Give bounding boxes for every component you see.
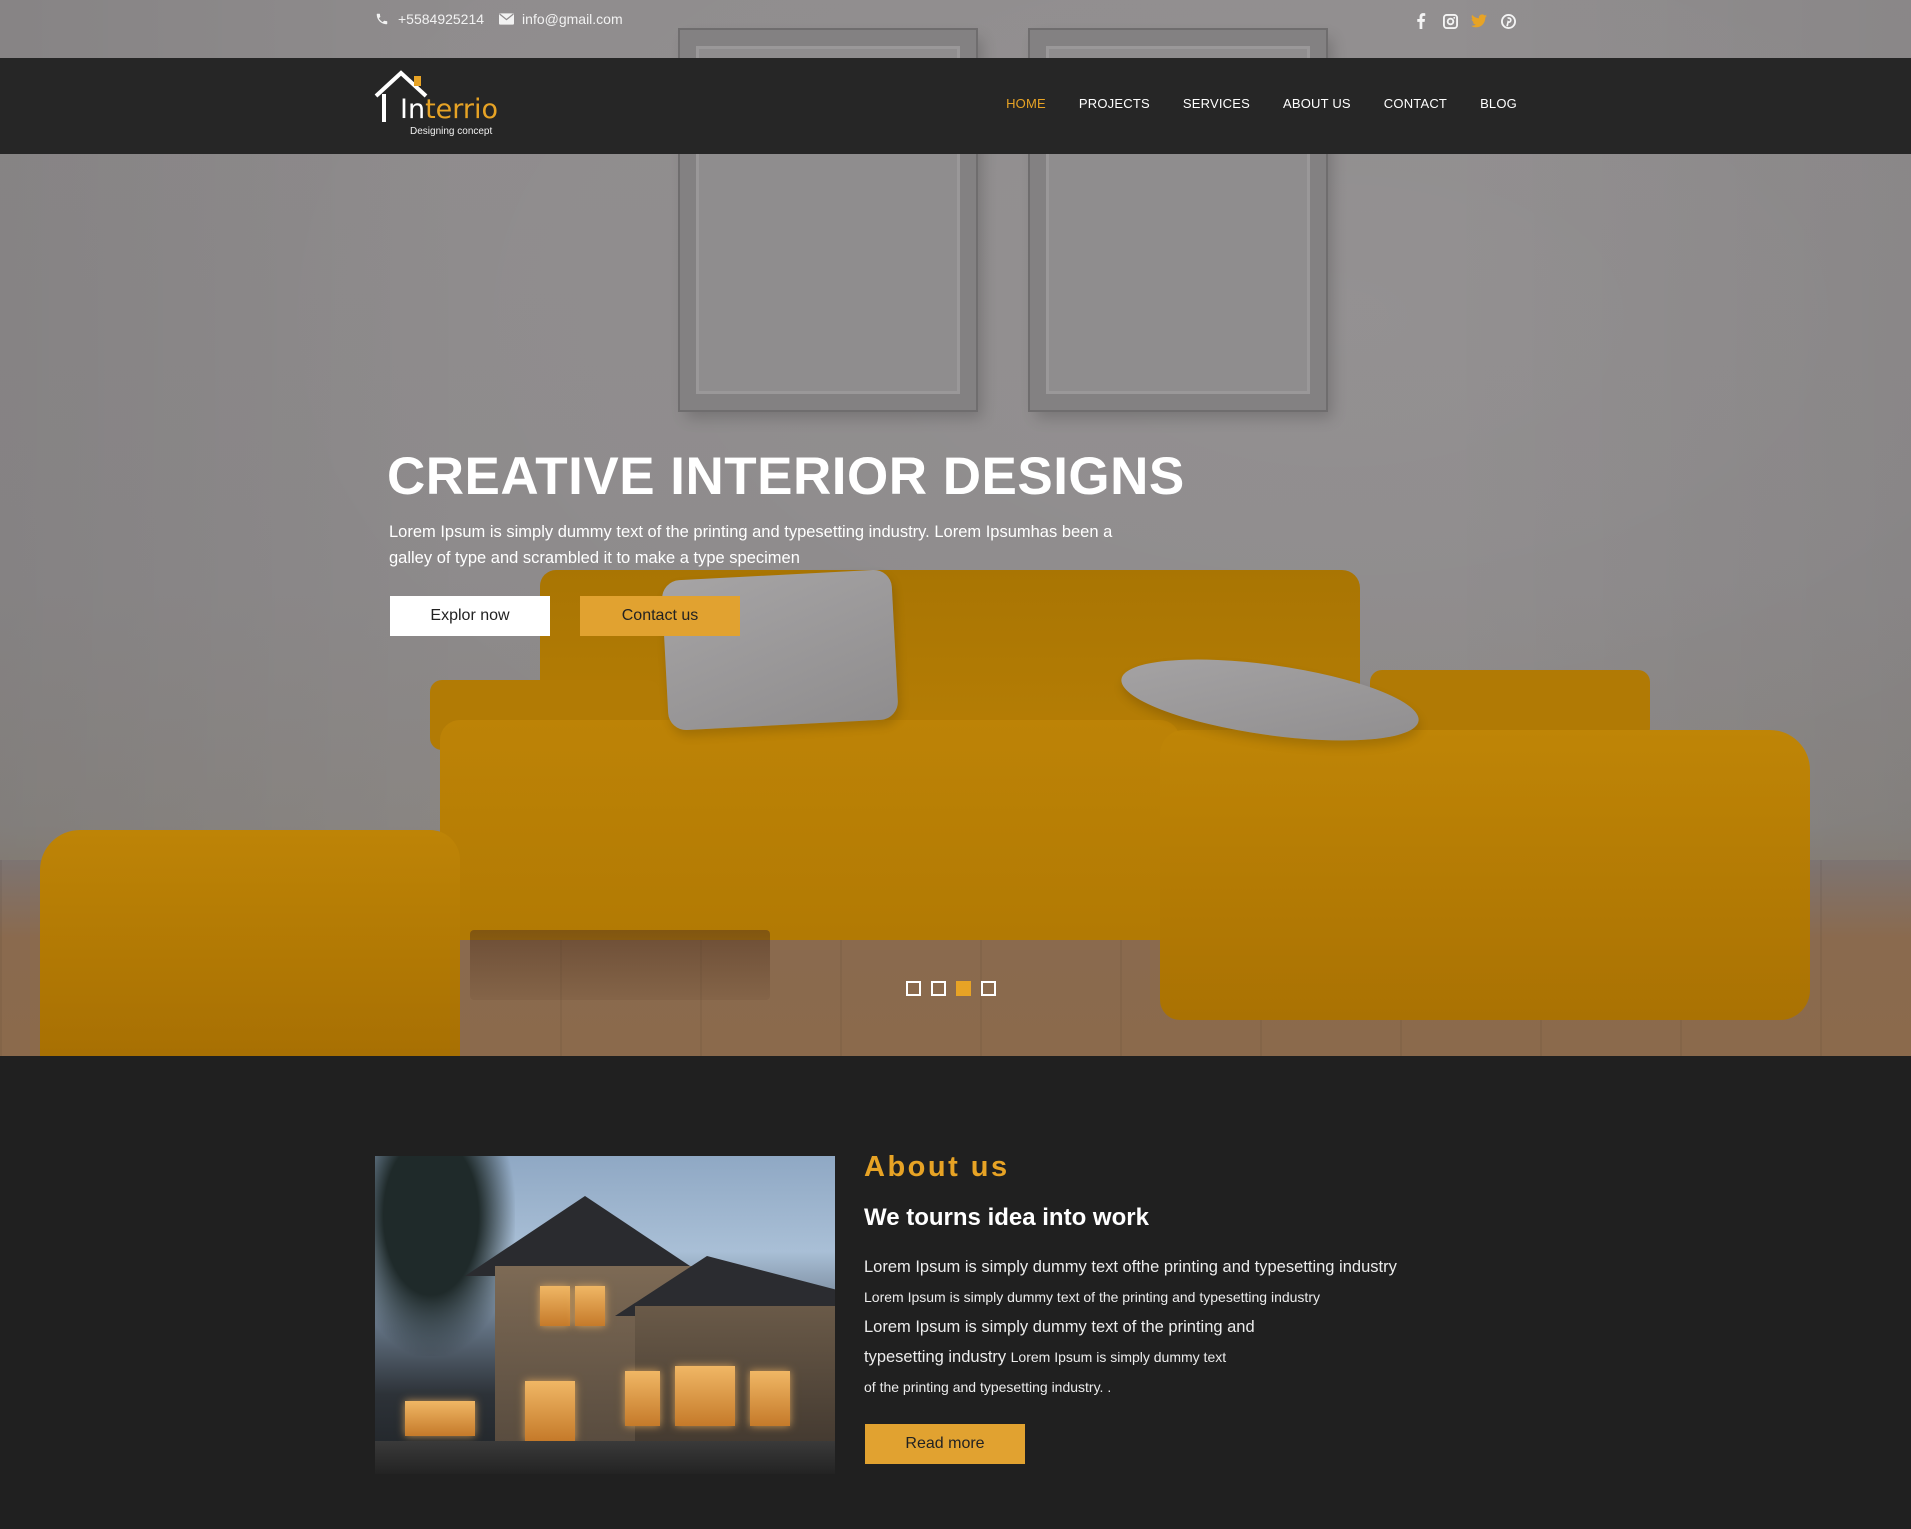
about-line-mixed: typesetting industry Lorem Ipsum is simp… [864,1342,1484,1372]
phone-number: +5584925214 [398,11,485,27]
window [575,1286,605,1326]
top-contact-bar: +5584925214 info@gmail.com [0,0,1911,58]
slider-dot-1[interactable] [906,981,921,996]
about-heading: About us [864,1151,1010,1183]
contact-us-button[interactable]: Contact us [580,596,740,636]
ottoman [40,830,460,1056]
nav-services[interactable]: SERVICES [1183,96,1250,111]
window [405,1401,475,1436]
about-line: Lorem Ipsum is simply dummy text [1010,1349,1227,1365]
window [675,1366,735,1426]
nav-contact[interactable]: CONTACT [1384,96,1447,111]
about-line: Lorem Ipsum is simply dummy text of the … [864,1289,1320,1305]
nav-projects[interactable]: PROJECTS [1079,96,1150,111]
about-house-image [375,1156,835,1474]
about-body: Lorem Ipsum is simply dummy text ofthe p… [864,1252,1484,1402]
site-logo[interactable]: Interrio Designing concept [374,70,524,140]
read-more-button[interactable]: Read more [865,1424,1025,1464]
explore-now-button[interactable]: Explor now [390,596,550,636]
nav-blog[interactable]: BLOG [1480,96,1517,111]
contact-info: +5584925214 info@gmail.com [374,11,623,27]
sofa-seat [440,720,1180,940]
about-line: typesetting industry [864,1348,1007,1366]
logo-wordmark-prefix: In [400,94,426,125]
pillow-left [661,569,899,731]
window [525,1381,575,1441]
logo-wordmark: Interrio [400,94,498,125]
logo-tagline: Designing concept [410,126,493,137]
main-navbar: Interrio Designing concept HOME PROJECTS… [0,58,1911,154]
hero-title: CREATIVE INTERIOR DESIGNS [387,447,1185,506]
slider-dot-2[interactable] [931,981,946,996]
window [625,1371,660,1426]
social-links [1412,12,1517,30]
about-line: of the printing and typesetting industry… [864,1379,1112,1395]
about-subheading: We tourns idea into work [864,1204,1149,1231]
instagram-icon[interactable] [1441,12,1459,30]
window [540,1286,570,1326]
phone-icon [374,11,390,27]
pinterest-icon[interactable] [1499,12,1517,30]
about-line: Lorem Ipsum is simply dummy text of the … [864,1318,1255,1336]
logo-wordmark-suffix: terrio [425,94,499,125]
hero-section: CREATIVE INTERIOR DESIGNS Lorem Ipsum is… [0,0,1911,1056]
nav-menu: HOME PROJECTS SERVICES ABOUT US CONTACT … [1006,96,1517,111]
twitter-icon[interactable] [1470,12,1488,30]
email-address: info@gmail.com [522,11,623,27]
window [750,1371,790,1426]
sofa-chaise [1160,730,1810,1020]
facebook-icon[interactable] [1412,12,1430,30]
sofa-legs [470,930,770,1000]
lawn [375,1441,835,1474]
nav-home[interactable]: HOME [1006,96,1046,111]
hero-description: Lorem Ipsum is simply dummy text of the … [389,523,1113,567]
tree [375,1156,515,1356]
email-item[interactable]: info@gmail.com [498,11,623,27]
slider-pagination [906,981,996,996]
slider-dot-4[interactable] [981,981,996,996]
phone-item[interactable]: +5584925214 [374,11,484,27]
about-line: Lorem Ipsum is simply dummy text ofthe p… [864,1258,1397,1276]
nav-about-us[interactable]: ABOUT US [1283,96,1351,111]
slider-dot-3-active[interactable] [956,981,971,996]
email-icon [498,11,514,27]
